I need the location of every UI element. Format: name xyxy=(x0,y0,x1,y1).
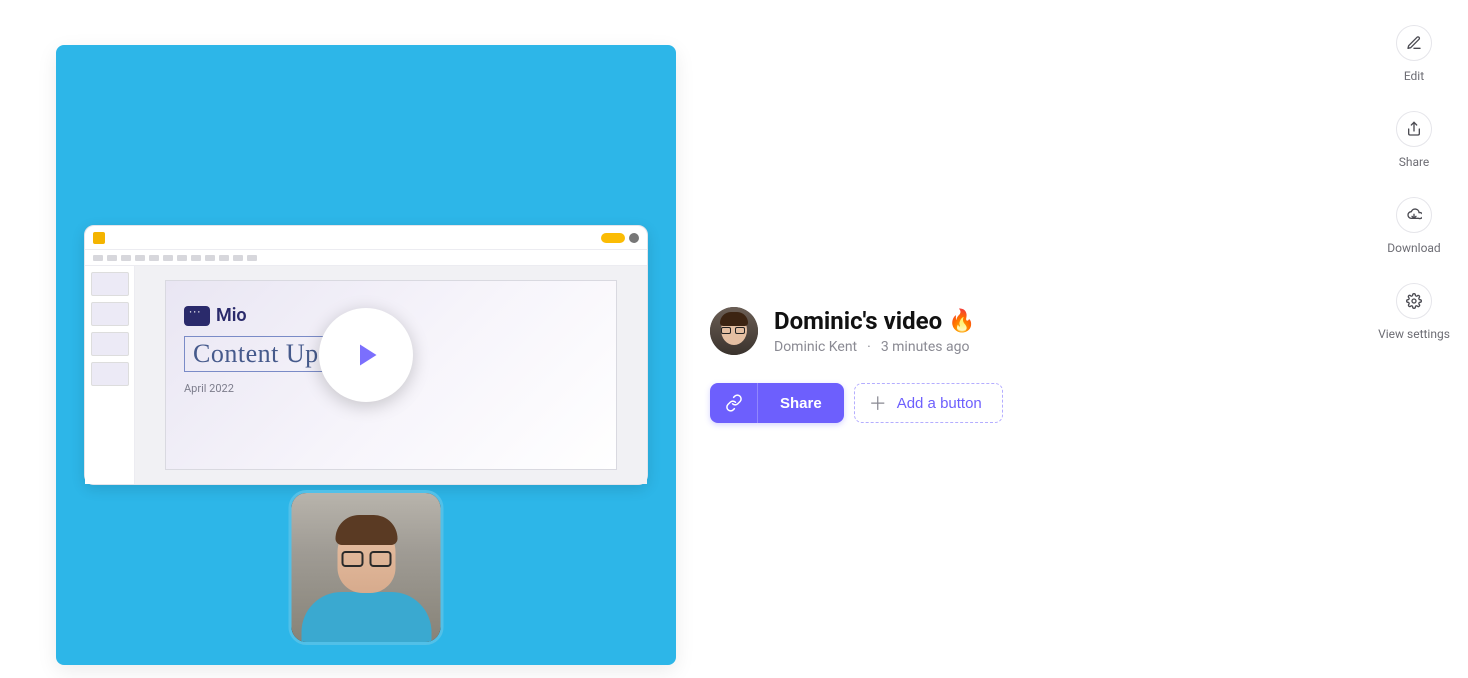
share-button[interactable]: Share xyxy=(758,383,844,423)
video-info: Dominic's video 🔥 Dominic Kent · 3 minut… xyxy=(710,307,1270,423)
video-preview[interactable]: Mio Content Update April 2022 xyxy=(56,45,676,665)
action-rail: Edit Share Download View settings xyxy=(1372,25,1456,341)
doc-icon xyxy=(93,232,105,244)
timestamp: 3 minutes ago xyxy=(881,339,970,355)
edit-label: Edit xyxy=(1404,69,1424,83)
brand-mark-icon xyxy=(184,306,210,326)
share-pill-icon xyxy=(601,233,625,243)
add-button[interactable]: ＋ Add a button xyxy=(854,383,1003,423)
edit-action[interactable]: Edit xyxy=(1372,25,1456,83)
play-icon xyxy=(348,337,384,373)
gear-icon xyxy=(1396,283,1432,319)
play-button[interactable] xyxy=(319,308,413,402)
share-button-group: Share xyxy=(710,383,844,423)
slide-thumbnails xyxy=(85,266,135,484)
share-label: Share xyxy=(1399,155,1430,169)
download-action[interactable]: Download xyxy=(1372,197,1456,255)
share-action[interactable]: Share xyxy=(1372,111,1456,169)
share-up-icon xyxy=(1396,111,1432,147)
add-button-label: Add a button xyxy=(897,395,982,412)
view-settings-action[interactable]: View settings xyxy=(1372,283,1456,341)
cloud-download-icon xyxy=(1396,197,1432,233)
author-name[interactable]: Dominic Kent xyxy=(774,339,857,355)
link-icon xyxy=(725,394,743,412)
plus-icon: ＋ xyxy=(869,390,887,416)
window-toolbar xyxy=(85,250,647,266)
account-avatar-icon xyxy=(629,233,639,243)
separator-dot: · xyxy=(867,339,871,355)
page-stage: Mio Content Update April 2022 xyxy=(56,45,1270,665)
copy-link-button[interactable] xyxy=(710,383,758,423)
window-titlebar xyxy=(85,226,647,250)
download-label: Download xyxy=(1387,241,1440,255)
brand-word: Mio xyxy=(216,305,247,326)
pencil-icon xyxy=(1396,25,1432,61)
webcam-bubble xyxy=(289,490,444,645)
author-avatar[interactable] xyxy=(710,307,758,355)
fire-emoji-icon: 🔥 xyxy=(948,309,975,334)
video-title: Dominic's video xyxy=(774,307,942,335)
view-settings-label: View settings xyxy=(1378,327,1450,341)
